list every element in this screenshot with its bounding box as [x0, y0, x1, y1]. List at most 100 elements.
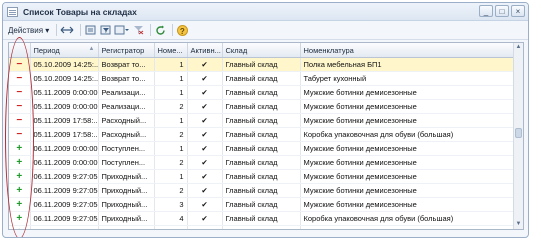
table-row[interactable]: +06.11.2009 9:27:05 Приходный... 4 ✔ Главный… [9, 211, 514, 226]
records-table[interactable]: Период ▲ Регистратор Номе... Активн... Ск… [8, 42, 524, 230]
cell-warehouse: Главный склад [222, 211, 301, 226]
cell-warehouse: Главный склад [222, 197, 301, 212]
cell-active-check: ✔ [187, 197, 223, 212]
cell-period: 05.11.2009 0:00:00 [30, 85, 99, 100]
cell-nomenclature: Мужские ботинки демисезонные [300, 169, 514, 184]
cell-registrar: Приходный... [98, 197, 155, 212]
cell-nomenclature: Коробка упаковочная для обуви (большая) [300, 127, 514, 142]
cell-registrar: Возврат то... [98, 71, 155, 86]
cell-registrar: Приходный... [98, 169, 155, 184]
cell-line-number: 2 [154, 127, 188, 142]
cell-active-check: ✔ [187, 57, 223, 72]
cell-period: 06.11.2009 9:27:05 [30, 169, 99, 184]
cell-line-number: 1 [154, 113, 188, 128]
toolbar-separator [150, 24, 152, 36]
table-row[interactable]: −05.11.2009 17:58:... Расходный... 1 ✔ Главн… [9, 113, 514, 128]
filter-icon[interactable] [99, 24, 111, 36]
window-title: Список Товары на складах [23, 6, 137, 17]
cell-registrar: Поступлен... [98, 155, 155, 170]
sort-ascending-icon: ▲ [88, 46, 95, 52]
cell-nomenclature: Мужские ботинки демисезонные [300, 113, 514, 128]
actions-menu[interactable]: Действия ▾ [8, 26, 49, 35]
table-row[interactable]: −05.10.2009 14:25:... Возврат то... 1 ✔ Глав… [9, 71, 514, 86]
movement-sign-icon: − [9, 127, 31, 142]
maximize-button[interactable]: □ [495, 5, 509, 17]
cell-period: 06.11.2009 0:00:00 [30, 141, 99, 156]
table-row[interactable]: +06.11.2009 9:54:51Приходный...1✔Главный… [9, 225, 514, 229]
cell-nomenclature: Мужские ботинки демисезонные [300, 141, 514, 156]
column-header-registrar[interactable]: Регистратор [98, 43, 155, 58]
cell-warehouse: Главный склад [222, 225, 301, 229]
cell-active-check: ✔ [187, 183, 223, 198]
title-bar[interactable]: Список Товары на складах _ □ × [3, 3, 528, 21]
cell-period: 05.11.2009 17:58:... [30, 127, 99, 142]
cell-line-number: 1 [154, 141, 188, 156]
refresh-icon[interactable] [154, 24, 166, 36]
table-row[interactable]: +06.11.2009 0:00:00 Поступлен... 1 ✔ Главный… [9, 141, 514, 156]
list-icon [7, 6, 18, 17]
column-header-period[interactable]: Период ▲ [30, 43, 99, 58]
cell-period: 05.11.2009 17:58:... [30, 113, 99, 128]
movement-sign-icon: + [9, 197, 31, 212]
cell-line-number: 1 [154, 225, 188, 229]
cell-nomenclature: Ботинки женские демисезонные [300, 225, 514, 229]
cell-warehouse: Главный склад [222, 183, 301, 198]
cell-period: 06.11.2009 9:54:51 [30, 225, 99, 229]
cell-nomenclature: Мужские ботинки демисезонные [300, 155, 514, 170]
cell-line-number: 3 [154, 197, 188, 212]
movement-sign-icon: + [9, 155, 31, 170]
cell-period: 06.11.2009 0:00:00 [30, 155, 99, 170]
filter-settings-icon[interactable] [114, 24, 130, 36]
cell-line-number: 4 [154, 211, 188, 226]
cell-registrar: Расходный... [98, 113, 155, 128]
cell-active-check: ✔ [187, 141, 223, 156]
scroll-up-icon[interactable]: ▲ [514, 43, 523, 52]
cell-warehouse: Главный склад [222, 113, 301, 128]
table-row[interactable]: −05.11.2009 17:58:... Расходный... 2 ✔ Главн… [9, 127, 514, 142]
table-row[interactable]: +06.11.2009 9:27:05 Приходный... 1 ✔ Главный… [9, 169, 514, 184]
scroll-down-icon[interactable]: ▼ [514, 220, 523, 229]
cell-line-number: 1 [154, 169, 188, 184]
cell-warehouse: Главный склад [222, 141, 301, 156]
window-controls: _ □ × [479, 5, 525, 17]
scroll-thumb[interactable] [515, 128, 522, 138]
minimize-button[interactable]: _ [479, 5, 493, 17]
cell-line-number: 2 [154, 183, 188, 198]
column-header-active[interactable]: Активн... [187, 43, 223, 58]
cell-line-number: 2 [154, 99, 188, 114]
column-header-nomenclature[interactable]: Номенклатура [300, 43, 514, 58]
cell-active-check: ✔ [187, 71, 223, 86]
cell-nomenclature: Мужские ботинки демисезонные [300, 85, 514, 100]
find-icon[interactable] [84, 24, 96, 36]
cell-active-check: ✔ [187, 113, 223, 128]
movement-sign-icon: + [9, 141, 31, 156]
help-button[interactable]: ? [176, 24, 188, 36]
column-header-type[interactable] [9, 43, 31, 58]
cell-registrar: Реализаци... [98, 99, 155, 114]
cell-period: 06.11.2009 9:27:05 [30, 211, 99, 226]
close-button[interactable]: × [511, 5, 525, 17]
table-row[interactable]: +06.11.2009 0:00:00 Поступлен... 2 ✔ Главный… [9, 155, 514, 170]
range-icon[interactable] [60, 24, 74, 36]
movement-sign-icon: + [9, 225, 31, 229]
vertical-scrollbar[interactable]: ▲ ▼ [513, 43, 523, 229]
cell-line-number: 2 [154, 155, 188, 170]
clear-filter-icon[interactable] [132, 24, 144, 36]
column-header-number[interactable]: Номе... [154, 43, 188, 58]
cell-nomenclature: Полка мебельная БП1 [300, 57, 514, 72]
cell-warehouse: Главный склад [222, 155, 301, 170]
cell-registrar: Поступлен... [98, 141, 155, 156]
movement-sign-icon: − [9, 85, 31, 100]
cell-nomenclature: Мужские ботинки демисезонные [300, 99, 514, 114]
table-row[interactable]: −05.10.2009 14:25:... Возврат то... 1 ✔ Глав… [9, 57, 514, 72]
cell-line-number: 1 [154, 57, 188, 72]
toolbar-separator [56, 24, 58, 36]
table-row[interactable]: +06.11.2009 9:27:05 Приходный... 3 ✔ Главный… [9, 197, 514, 212]
table-row[interactable]: −05.11.2009 0:00:00 Реализаци... 1 ✔ Главный… [9, 85, 514, 100]
cell-period: 06.11.2009 9:27:05 [30, 183, 99, 198]
column-header-warehouse[interactable]: Склад [222, 43, 301, 58]
cell-line-number: 1 [154, 85, 188, 100]
table-row[interactable]: +06.11.2009 9:27:05 Приходный... 2 ✔ Главный… [9, 183, 514, 198]
table-row[interactable]: −05.11.2009 0:00:00 Реализаци... 2 ✔ Главный… [9, 99, 514, 114]
cell-nomenclature: Коробка упаковочная для обуви (большая) [300, 211, 514, 226]
